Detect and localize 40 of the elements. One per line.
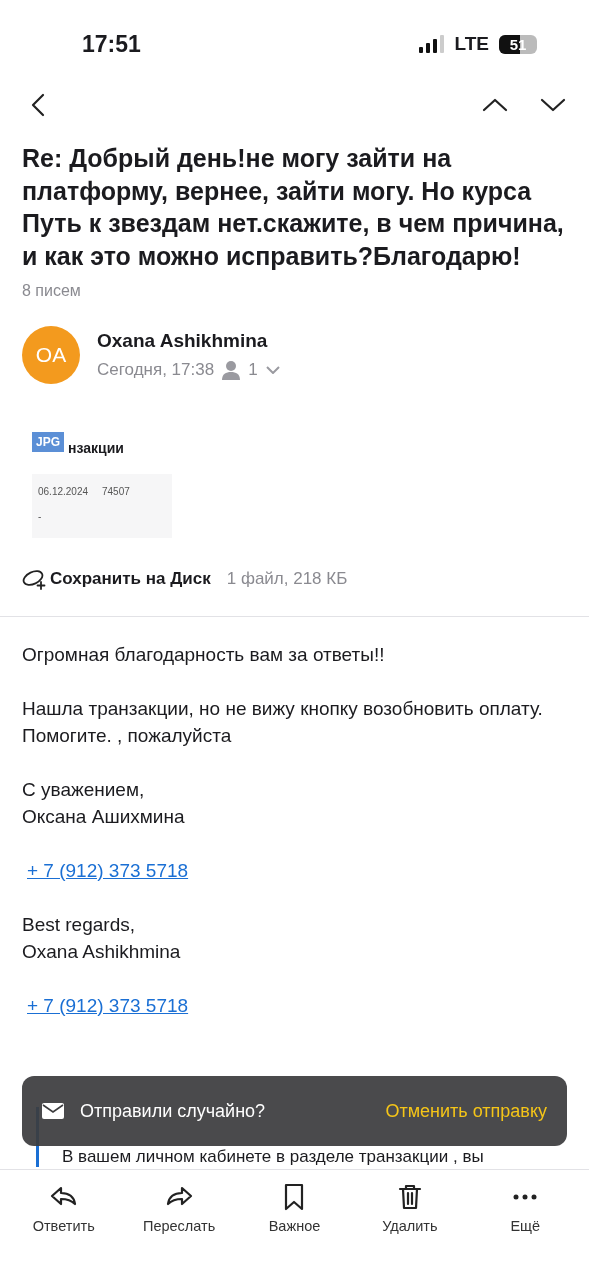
back-icon xyxy=(31,93,45,117)
save-to-disk-button[interactable]: Сохранить на Диск xyxy=(22,568,211,590)
disk-save-icon xyxy=(22,568,46,590)
body-text: Огромная благодарность вам за ответы!! xyxy=(22,643,386,667)
phone-link[interactable]: + 7 (912) 373 5718 xyxy=(27,992,189,1019)
thumbnail-value: - xyxy=(38,511,43,522)
clock: 17:51 xyxy=(82,30,141,58)
file-info: 1 файл, 218 КБ xyxy=(226,569,348,589)
email-subject: Re: Добрый день!не могу зайти на платформу, вернее, зайти могу. Но курса Путь к звездам нет.скажите, в чем причина, и как это можно исправить?Благодарю! xyxy=(22,143,565,272)
body-text: Oxana Ashikhmina xyxy=(22,940,182,964)
body-text: Оксана Ашихмина xyxy=(22,805,186,829)
signal-icon xyxy=(418,35,445,53)
phone-link[interactable]: + 7 (912) 373 5718 xyxy=(27,857,189,884)
sender-name: Oxana Ashikhmina xyxy=(97,330,269,352)
message-count: 8 писем xyxy=(22,282,82,300)
body-text: С уважением, xyxy=(22,778,146,802)
network-label: LTE xyxy=(454,33,489,55)
quote-text: В вашем личном кабинете в разделе транзакции , вы xyxy=(62,1147,485,1167)
chevron-down-icon xyxy=(540,98,566,112)
bookmark-button[interactable]: Важное xyxy=(236,1182,353,1238)
toast-message: Отправили случайно? xyxy=(80,1100,267,1122)
body-text: Best regards, xyxy=(22,913,136,937)
file-type-badge: JPG xyxy=(32,432,64,452)
thumbnail-value: 06.12.2024 xyxy=(38,486,90,497)
more-button[interactable]: Ещё xyxy=(467,1182,583,1238)
person-icon xyxy=(222,360,241,380)
chevron-down-icon[interactable] xyxy=(265,366,280,374)
envelope-icon xyxy=(42,1103,64,1119)
forward-button[interactable]: Переслать xyxy=(121,1182,237,1238)
sender-avatar: OA xyxy=(22,326,80,384)
thumbnail-value: 74507 xyxy=(102,486,131,497)
sent-date: Сегодня, 17:38 xyxy=(97,360,215,380)
body-text: Нашла транзакции, но не вижу кнопку возобновить оплату. Помогите. , пожалуйста xyxy=(22,697,544,748)
undo-send-button[interactable]: Отменить отправку xyxy=(385,1100,547,1122)
reply-button[interactable]: Ответить xyxy=(6,1182,122,1238)
more-icon xyxy=(513,1194,538,1200)
chevron-up-icon xyxy=(482,98,508,112)
thumbnail-title: нзакции xyxy=(68,440,124,456)
trash-button[interactable]: Удалить xyxy=(352,1182,468,1238)
recipient-count: 1 xyxy=(248,360,258,380)
